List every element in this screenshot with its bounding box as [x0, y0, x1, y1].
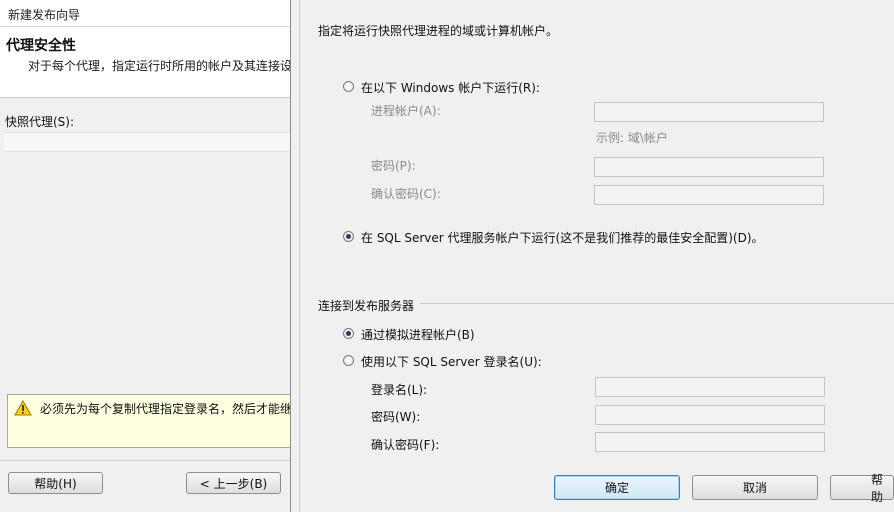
wizard-title: 新建发布向导 [8, 8, 81, 22]
warning-message-box: 必须先为每个复制代理指定登录名，然后才能继 [7, 394, 300, 448]
wizard-header: 代理安全性 对于每个代理，指定运行时所用的帐户及其连接设 [0, 27, 298, 98]
new-publication-wizard: 新建发布向导 代理安全性 对于每个代理，指定运行时所用的帐户及其连接设 快照代理… [0, 0, 300, 512]
group-divider [420, 303, 894, 304]
process-account-input[interactable] [594, 102, 824, 122]
wizard-page-title: 代理安全性 [6, 38, 76, 54]
wizard-title-bar: 新建发布向导 [0, 0, 298, 27]
password-input[interactable] [594, 157, 824, 177]
wizard-back-button[interactable]: < 上一步(B) [186, 472, 281, 494]
confirm-password-label: 确认密码(C): [371, 187, 441, 201]
sql-confirm-password-label: 确认密码(F): [371, 438, 440, 452]
sql-password-label: 密码(W): [371, 410, 421, 424]
warning-text: 必须先为每个复制代理指定登录名，然后才能继 [40, 402, 293, 416]
sql-password-input[interactable] [595, 405, 825, 425]
sql-confirm-password-input[interactable] [595, 432, 825, 452]
radio-impersonate-process[interactable] [343, 328, 354, 339]
radio-sql-agent-account[interactable] [343, 231, 354, 242]
connect-publisher-group-label: 连接到发布服务器 [318, 299, 415, 313]
wizard-page-subtitle: 对于每个代理，指定运行时所用的帐户及其连接设 [28, 59, 293, 73]
wizard-help-button[interactable]: 帮助(H) [8, 472, 103, 494]
radio-sql-login-label[interactable]: 使用以下 SQL Server 登录名(U): [361, 353, 542, 370]
snapshot-agent-label: 快照代理(S): [5, 115, 75, 129]
cancel-button[interactable]: 取消 [692, 475, 818, 500]
radio-impersonate-process-label[interactable]: 通过模拟进程帐户(B) [361, 326, 475, 343]
snapshot-agent-field[interactable] [4, 132, 298, 152]
wizard-footer-divider [0, 460, 298, 461]
account-example-hint: 示例: 域\帐户 [596, 131, 668, 145]
login-name-input[interactable] [595, 377, 825, 397]
radio-sql-agent-account-label[interactable]: 在 SQL Server 代理服务帐户下运行(这不是我们推荐的最佳安全配置)(D… [361, 229, 764, 246]
radio-windows-account[interactable] [343, 81, 354, 92]
radio-windows-account-label[interactable]: 在以下 Windows 帐户下运行(R): [361, 79, 540, 96]
dialog-instruction: 指定将运行快照代理进程的域或计算机帐户。 [318, 24, 559, 38]
password-label: 密码(P): [371, 159, 416, 173]
radio-sql-login[interactable] [343, 355, 354, 366]
process-account-label: 进程帐户(A): [371, 104, 441, 118]
dialog-help-button[interactable]: 帮助 [830, 473, 894, 504]
ok-button[interactable]: 确定 [554, 475, 680, 500]
login-name-label: 登录名(L): [371, 383, 428, 397]
warning-icon [14, 400, 32, 416]
confirm-password-input[interactable] [594, 185, 824, 205]
